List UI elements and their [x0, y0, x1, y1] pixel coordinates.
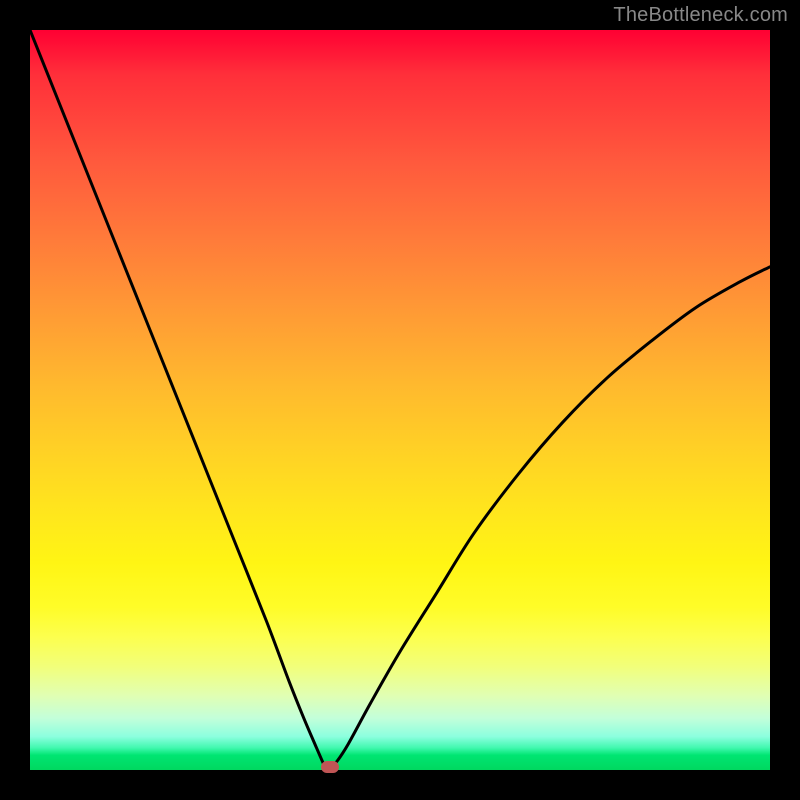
- optimum-marker: [321, 761, 339, 773]
- chart-frame: TheBottleneck.com: [0, 0, 800, 800]
- plot-area: [30, 30, 770, 770]
- watermark-text: TheBottleneck.com: [613, 4, 788, 27]
- bottleneck-curve: [30, 30, 770, 770]
